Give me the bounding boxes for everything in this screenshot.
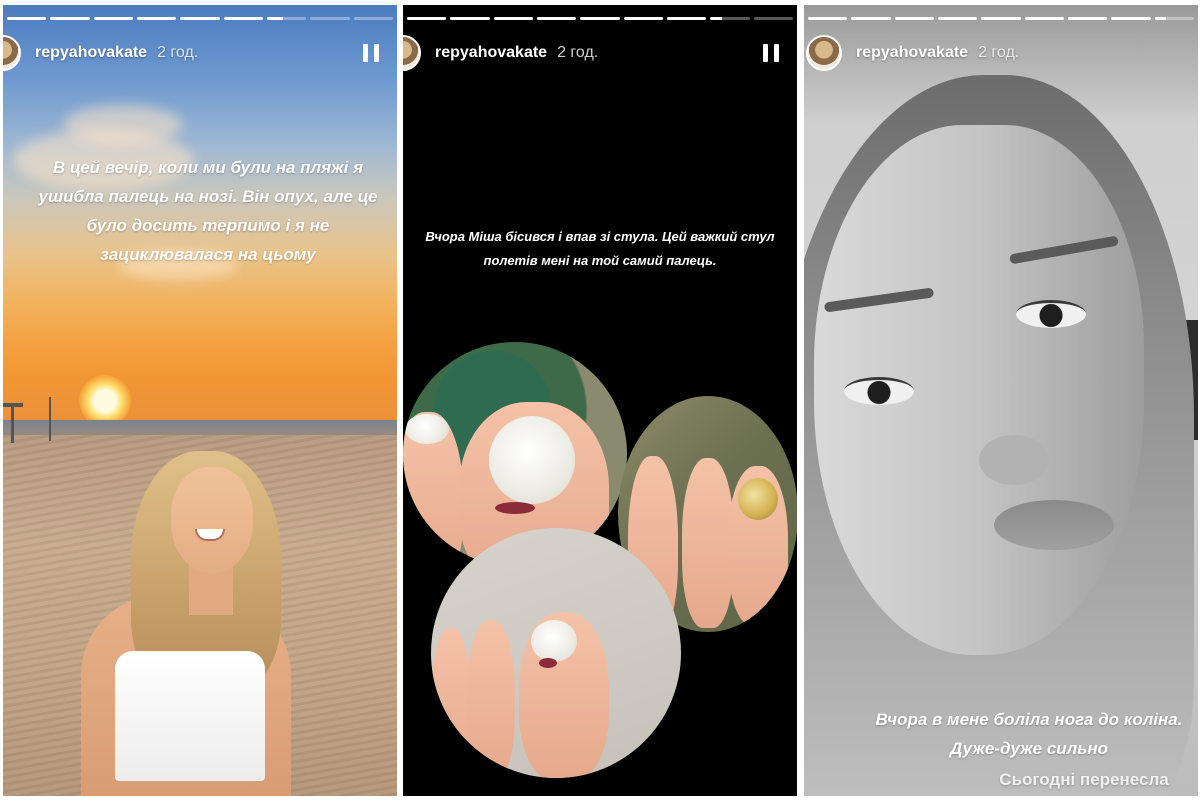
eye bbox=[1016, 300, 1086, 328]
lips bbox=[994, 500, 1114, 550]
progress-segment bbox=[981, 17, 1021, 20]
pause-icon[interactable] bbox=[363, 44, 379, 62]
progress-segment bbox=[894, 17, 934, 20]
toe bbox=[467, 620, 515, 778]
avatar[interactable] bbox=[806, 35, 842, 71]
story-panel-3[interactable]: repyahovakate 2 год. Вчора в мене боліла… bbox=[804, 5, 1198, 796]
progress-fill bbox=[1111, 17, 1151, 20]
post-time: 2 год. bbox=[157, 44, 199, 61]
bruise bbox=[495, 502, 535, 514]
story-caption: Вчора Міша бісився і впав зі стула. Цей … bbox=[425, 229, 775, 268]
story-progress-bar bbox=[7, 17, 393, 20]
progress-segment bbox=[407, 17, 447, 20]
story-header: repyahovakate 2 год. bbox=[804, 31, 1198, 75]
progress-segment bbox=[753, 17, 793, 20]
progress-segment bbox=[1111, 17, 1151, 20]
person-face bbox=[171, 467, 253, 573]
username[interactable]: repyahovakate bbox=[435, 44, 547, 62]
toenail bbox=[489, 416, 575, 504]
toenail bbox=[405, 414, 449, 444]
beach-pole bbox=[11, 403, 14, 443]
progress-fill bbox=[180, 17, 220, 20]
progress-fill bbox=[266, 17, 283, 20]
progress-fill bbox=[666, 17, 707, 20]
nose bbox=[979, 435, 1049, 485]
progress-segment bbox=[93, 17, 133, 20]
progress-fill bbox=[937, 17, 978, 20]
progress-segment bbox=[50, 17, 90, 20]
story-header: repyahovakate 2 год. bbox=[3, 31, 397, 75]
progress-segment bbox=[710, 17, 750, 20]
eye bbox=[844, 377, 914, 405]
progress-fill bbox=[808, 17, 848, 20]
toenail bbox=[738, 478, 778, 520]
progress-segment bbox=[666, 17, 707, 20]
progress-segment bbox=[353, 17, 393, 20]
story-caption-partial: Сьогодні перенесла bbox=[999, 770, 1169, 789]
progress-fill bbox=[623, 17, 663, 20]
pause-icon[interactable] bbox=[763, 44, 779, 62]
avatar[interactable] bbox=[403, 35, 421, 71]
username[interactable]: repyahovakate bbox=[35, 44, 147, 62]
story-panel-1[interactable]: repyahovakate 2 год. В цей вечір, коли м… bbox=[3, 5, 397, 796]
bruise bbox=[539, 658, 557, 668]
toe-photo-1 bbox=[403, 342, 627, 566]
progress-fill bbox=[710, 17, 723, 20]
progress-segment bbox=[580, 17, 620, 20]
progress-fill bbox=[50, 17, 90, 20]
progress-fill bbox=[1067, 17, 1108, 20]
progress-fill bbox=[580, 17, 620, 20]
progress-segment bbox=[7, 17, 47, 20]
progress-segment bbox=[266, 17, 307, 20]
cloud bbox=[63, 105, 183, 145]
progress-fill bbox=[7, 17, 47, 20]
progress-fill bbox=[536, 17, 577, 20]
story-caption: В цей вечір, коли ми були на пляжі я уши… bbox=[38, 158, 378, 264]
story-progress-bar bbox=[808, 17, 1194, 20]
post-time: 2 год. bbox=[557, 44, 599, 61]
post-time: 2 год. bbox=[978, 44, 1020, 61]
progress-segment bbox=[223, 17, 263, 20]
progress-fill bbox=[450, 17, 490, 20]
progress-fill bbox=[407, 17, 447, 20]
story-caption: Вчора в мене боліла нога до коліна. Дуже… bbox=[875, 710, 1183, 758]
progress-segment bbox=[623, 17, 663, 20]
progress-segment bbox=[180, 17, 220, 20]
progress-segment bbox=[136, 17, 177, 20]
progress-segment bbox=[310, 17, 350, 20]
progress-segment bbox=[1154, 17, 1194, 20]
story-panel-2[interactable]: repyahovakate 2 год. Вчора Міша бісився … bbox=[403, 5, 797, 796]
progress-segment bbox=[851, 17, 891, 20]
beach-pole bbox=[49, 397, 51, 441]
story-progress-bar bbox=[407, 17, 793, 20]
progress-segment bbox=[536, 17, 577, 20]
progress-segment bbox=[1024, 17, 1064, 20]
toe-photo-3 bbox=[431, 528, 681, 778]
progress-fill bbox=[851, 17, 891, 20]
username[interactable]: repyahovakate bbox=[856, 44, 968, 62]
progress-segment bbox=[493, 17, 533, 20]
progress-fill bbox=[1024, 17, 1064, 20]
story-header: repyahovakate 2 год. bbox=[403, 31, 797, 75]
progress-fill bbox=[1154, 17, 1167, 20]
progress-segment bbox=[937, 17, 978, 20]
toe bbox=[682, 458, 734, 628]
progress-fill bbox=[223, 17, 263, 20]
progress-segment bbox=[450, 17, 490, 20]
avatar[interactable] bbox=[3, 35, 21, 71]
toe bbox=[431, 628, 471, 778]
progress-fill bbox=[493, 17, 533, 20]
progress-fill bbox=[894, 17, 934, 20]
progress-segment bbox=[1067, 17, 1108, 20]
progress-fill bbox=[136, 17, 177, 20]
progress-segment bbox=[808, 17, 848, 20]
progress-fill bbox=[981, 17, 1021, 20]
white-top bbox=[115, 651, 265, 781]
toenail bbox=[531, 620, 577, 662]
progress-fill bbox=[93, 17, 133, 20]
